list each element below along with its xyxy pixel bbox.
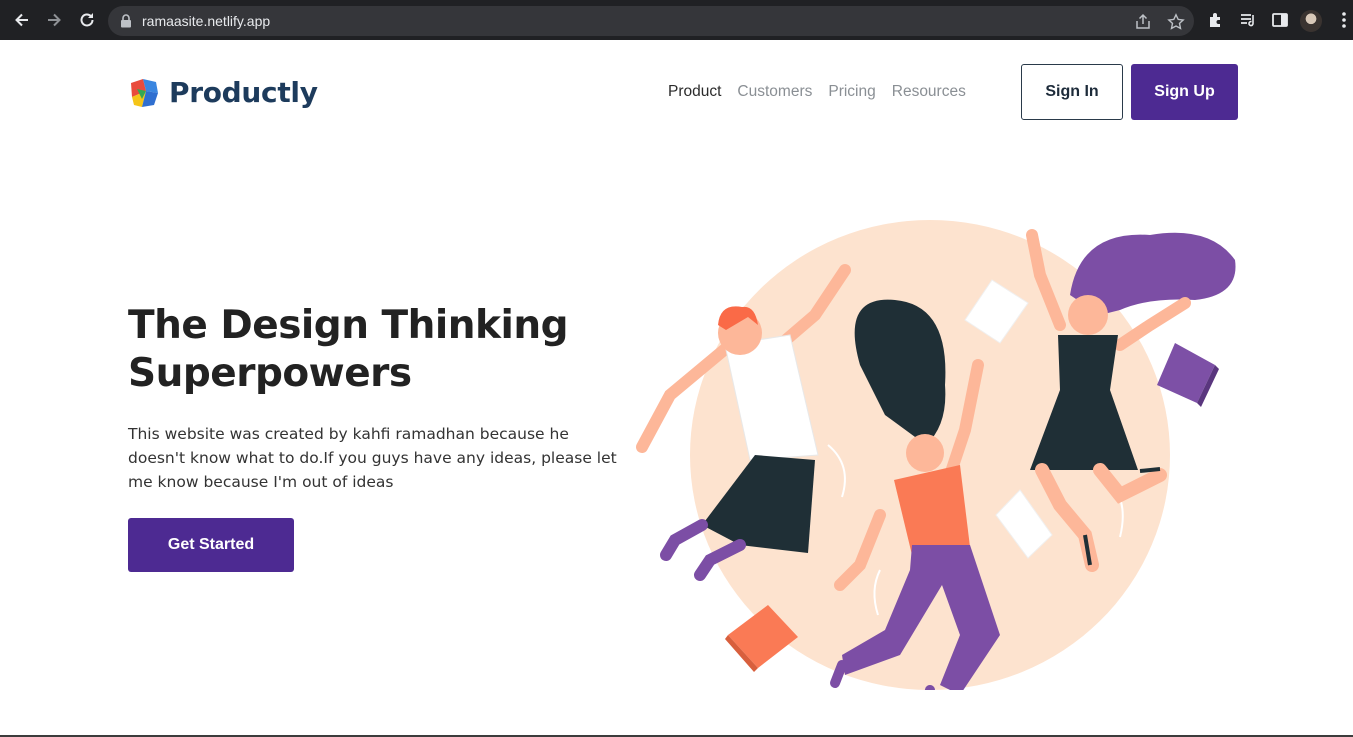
extensions-icon[interactable] — [1206, 10, 1226, 30]
lock-icon[interactable] — [120, 14, 132, 33]
site-logo[interactable]: Productly — [128, 76, 318, 109]
hero-description: This website was created by kahfi ramadh… — [128, 425, 617, 491]
forward-icon[interactable] — [42, 8, 66, 32]
back-icon[interactable] — [10, 8, 34, 32]
browser-toolbar: ramaasite.netlify.app — [0, 0, 1353, 40]
hero-title-line-1: The Design Thinking — [128, 303, 569, 348]
brand-name: Productly — [169, 76, 318, 109]
reload-icon[interactable] — [75, 8, 99, 32]
page: Productly Product Customers Pricing Reso… — [0, 40, 1353, 737]
nav-item-resources[interactable]: Resources — [892, 83, 966, 101]
menu-icon[interactable] — [1334, 10, 1353, 30]
hero-title: The Design Thinking Superpowers — [128, 302, 608, 398]
nav-item-product[interactable]: Product — [668, 83, 721, 101]
nav-item-pricing[interactable]: Pricing — [828, 83, 875, 101]
nav-item-customers[interactable]: Customers — [737, 83, 812, 101]
hero-title-line-2: Superpowers — [128, 351, 412, 396]
reading-list-icon[interactable] — [1238, 10, 1258, 30]
logo-icon — [131, 78, 158, 107]
sign-up-button[interactable]: Sign Up — [1131, 64, 1238, 120]
profile-avatar[interactable] — [1300, 10, 1322, 32]
get-started-button[interactable]: Get Started — [128, 518, 294, 572]
share-icon[interactable] — [1133, 12, 1153, 32]
url-text[interactable]: ramaasite.netlify.app — [142, 13, 270, 29]
book-purple — [1157, 343, 1219, 407]
main-nav: Product Customers Pricing Resources — [668, 83, 966, 101]
star-icon[interactable] — [1166, 12, 1186, 32]
hero-illustration — [636, 220, 1236, 690]
sign-in-button[interactable]: Sign In — [1021, 64, 1123, 120]
side-panel-icon[interactable] — [1270, 10, 1290, 30]
address-bar[interactable]: ramaasite.netlify.app — [108, 6, 1194, 36]
